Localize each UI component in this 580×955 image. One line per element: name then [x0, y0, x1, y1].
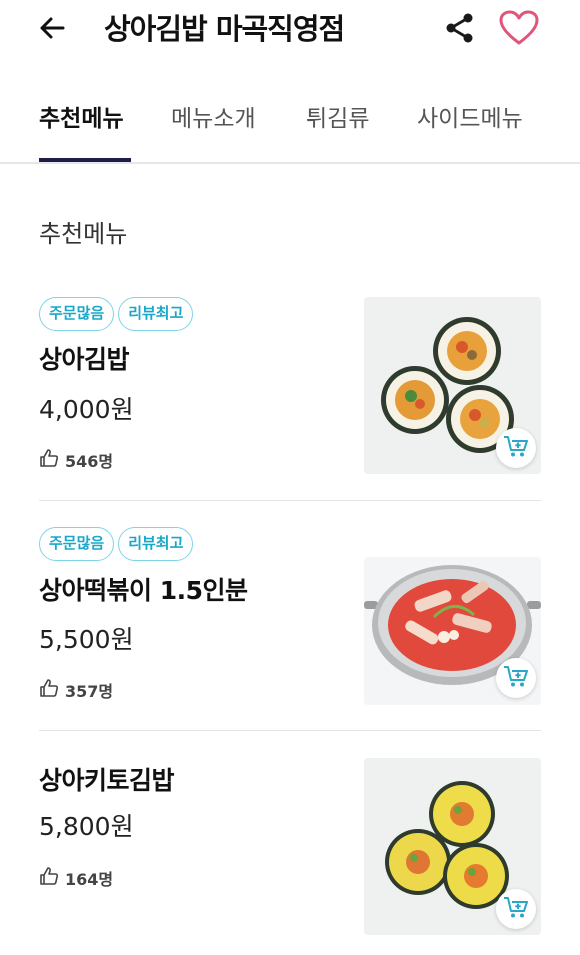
badge-best-review: 리뷰최고	[118, 527, 194, 561]
share-icon	[444, 12, 476, 48]
section-title: 추천메뉴	[39, 220, 128, 248]
menu-item-sanga-keto-gimbap[interactable]: 상아키토김밥 5,800원 164명	[39, 758, 541, 938]
item-likes: 164명	[39, 866, 113, 890]
item-price: 5,800원	[39, 812, 134, 841]
likes-count: 357명	[65, 682, 114, 701]
thumbs-up-icon	[39, 678, 59, 702]
tab-recommended[interactable]: 추천메뉴	[39, 102, 124, 136]
badge-group: 주문많음 리뷰최고	[39, 297, 194, 331]
add-to-cart-button[interactable]	[496, 889, 536, 929]
tab-menu-intro[interactable]: 메뉴소개	[171, 102, 256, 136]
store-title: 상아김밥 마곡직영점	[104, 12, 345, 46]
badge-group: 주문많음 리뷰최고	[39, 527, 194, 561]
tab-side-menu[interactable]: 사이드메뉴	[417, 102, 523, 136]
menu-category-tabs: 추천메뉴 메뉴소개 튀김류 사이드메뉴	[0, 92, 580, 164]
badge-popular: 주문많음	[39, 297, 115, 331]
badge-popular: 주문많음	[39, 527, 115, 561]
item-likes: 546명	[39, 448, 113, 472]
item-name: 상아김밥	[39, 345, 130, 374]
arrow-left-icon	[37, 13, 67, 47]
share-button[interactable]	[440, 10, 480, 50]
cart-plus-icon	[503, 664, 529, 692]
item-name: 상아키토김밥	[39, 766, 175, 795]
item-price: 5,500원	[39, 625, 134, 654]
item-divider	[39, 500, 541, 501]
thumbs-up-icon	[39, 866, 59, 890]
item-name: 상아떡볶이 1.5인분	[39, 576, 248, 605]
likes-count: 546명	[65, 452, 114, 471]
back-button[interactable]	[32, 10, 72, 50]
heart-icon	[499, 10, 539, 50]
active-tab-indicator	[39, 158, 131, 162]
item-likes: 357명	[39, 678, 113, 702]
app-header: 상아김밥 마곡직영점	[0, 0, 580, 60]
favorite-button[interactable]	[497, 8, 541, 52]
menu-item-sanga-tteokbokki[interactable]: 주문많음 리뷰최고 상아떡볶이 1.5인분 5,500원 357명	[39, 527, 541, 707]
add-to-cart-button[interactable]	[496, 658, 536, 698]
cart-plus-icon	[503, 895, 529, 923]
likes-count: 164명	[65, 870, 114, 889]
item-divider	[39, 730, 541, 731]
tab-fried[interactable]: 튀김류	[306, 102, 369, 136]
cart-plus-icon	[503, 434, 529, 462]
add-to-cart-button[interactable]	[496, 428, 536, 468]
menu-item-sanga-gimbap[interactable]: 주문많음 리뷰최고 상아김밥 4,000원 546명	[39, 297, 541, 477]
badge-best-review: 리뷰최고	[118, 297, 194, 331]
item-price: 4,000원	[39, 395, 134, 424]
thumbs-up-icon	[39, 448, 59, 472]
